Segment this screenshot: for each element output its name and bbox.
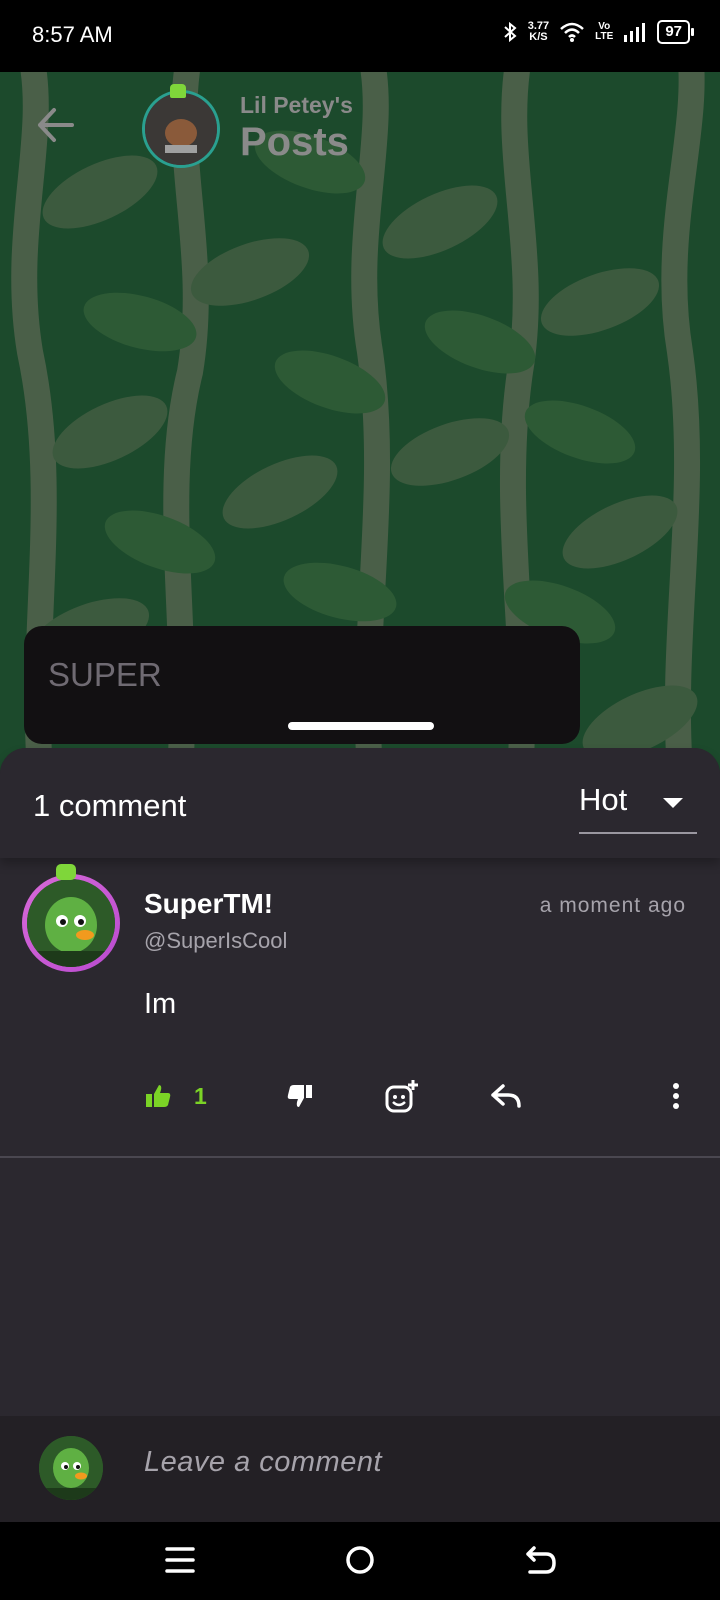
comment-composer: Leave a comment (0, 1416, 720, 1522)
comments-sheet: 1 comment Hot SuperTM! @SuperIsCool a mo… (0, 748, 720, 1524)
thumbs-down-icon (287, 1085, 312, 1107)
toast-text: SUPER (48, 656, 162, 693)
more-vertical-icon (673, 1083, 679, 1109)
like-count: 1 (194, 1082, 207, 1109)
reply-icon (491, 1084, 521, 1108)
like-button[interactable]: 1 (144, 1076, 207, 1116)
comment-count: 1 comment (33, 788, 187, 823)
system-back-button[interactable] (518, 1538, 562, 1582)
commenter-avatar[interactable] (22, 874, 120, 972)
comment-body: Im (144, 988, 177, 1020)
network-speed: 3.77 K/S (528, 21, 549, 43)
group-avatar[interactable] (142, 90, 220, 168)
page-title: Posts (240, 120, 349, 164)
commenter-name[interactable]: SuperTM! (144, 888, 273, 920)
reply-button[interactable] (490, 1076, 522, 1116)
add-reaction-icon (385, 1080, 418, 1113)
group-avatar-image (145, 93, 217, 165)
wifi-icon (560, 22, 584, 42)
sort-selected-label: Hot (579, 782, 628, 817)
menu-icon (165, 1547, 195, 1573)
toast-message: SUPER (24, 626, 580, 744)
status-icons: 3.77 K/S Vo LTE 97 (502, 20, 694, 44)
commenter-avatar-image (27, 879, 115, 967)
thumbs-up-icon (146, 1085, 171, 1107)
signal-icon (624, 23, 646, 42)
comment-actions: 1 (144, 1076, 700, 1120)
volte-bottom: LTE (595, 31, 614, 42)
status-time: 8:57 AM (32, 22, 113, 47)
comment-item: SuperTM! @SuperIsCool a moment ago Im 1 (0, 858, 720, 1158)
battery-indicator: 97 (657, 20, 694, 44)
system-navigation-bar (0, 1522, 720, 1600)
back-arrow-icon (38, 108, 74, 142)
group-owner-label: Lil Petey's (240, 92, 353, 118)
my-avatar (39, 1436, 103, 1500)
sort-dropdown[interactable]: Hot (579, 778, 697, 834)
toast-handle[interactable] (288, 722, 434, 730)
volte-indicator: Vo LTE (595, 22, 613, 42)
duck-avatar-icon (27, 879, 115, 967)
commenter-handle[interactable]: @SuperIsCool (144, 928, 287, 954)
add-reaction-button[interactable] (384, 1076, 420, 1116)
comment-input[interactable]: Leave a comment (144, 1446, 382, 1479)
comment-timestamp: a moment ago (539, 894, 686, 917)
dislike-button[interactable] (286, 1076, 314, 1116)
group-frog-badge (170, 84, 186, 98)
status-bar: 8:57 AM 3.77 K/S Vo LTE 97 (0, 0, 720, 72)
commenter-frog-badge (56, 864, 76, 880)
chevron-down-icon (663, 798, 683, 808)
home-icon (346, 1546, 374, 1574)
more-options-button[interactable] (672, 1076, 680, 1116)
back-button[interactable] (32, 102, 82, 152)
comments-header: 1 comment Hot (0, 748, 720, 858)
duck-avatar-icon (39, 1436, 103, 1500)
network-speed-unit: K/S (529, 31, 548, 43)
home-button[interactable] (338, 1538, 382, 1582)
back-icon (526, 1546, 556, 1574)
recents-button[interactable] (158, 1538, 202, 1582)
bluetooth-icon (504, 21, 517, 43)
